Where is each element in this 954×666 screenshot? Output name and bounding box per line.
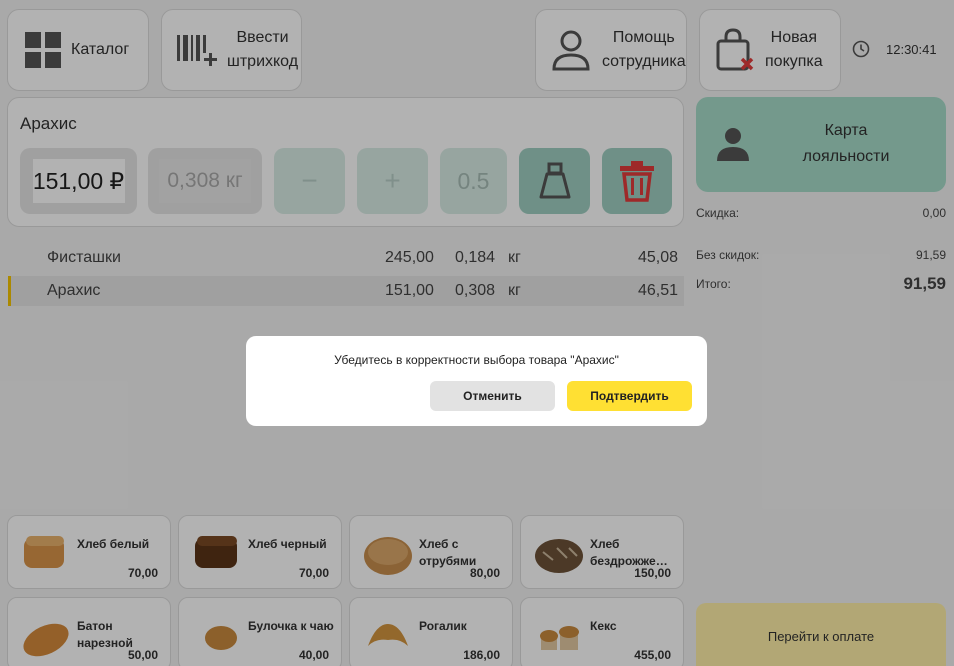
confirm-button[interactable]: Подтвердить [567,381,692,411]
modal-overlay [0,0,954,666]
cancel-button[interactable]: Отменить [430,381,555,411]
confirm-message: Убедитесь в корректности выбора товара "… [334,353,619,367]
confirm-dialog: Убедитесь в корректности выбора товара "… [246,336,707,426]
